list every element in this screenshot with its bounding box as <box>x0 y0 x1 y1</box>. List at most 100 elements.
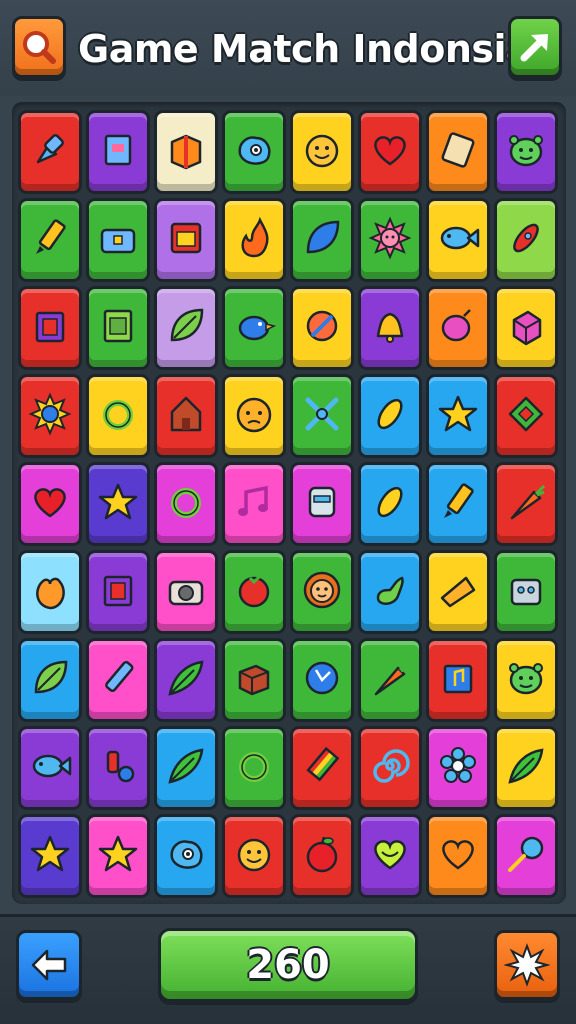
ring-icon <box>164 480 208 528</box>
game-tile[interactable] <box>494 198 558 282</box>
back-arrow-icon <box>31 949 67 981</box>
search-button[interactable] <box>12 16 66 78</box>
toy-robot-icon <box>504 568 548 616</box>
leaf-icon <box>28 656 72 704</box>
hint-button[interactable] <box>508 16 562 78</box>
spiral-icon <box>368 744 412 792</box>
crayon-icon <box>96 656 140 704</box>
game-tile[interactable] <box>154 550 218 634</box>
game-tile[interactable] <box>18 550 82 634</box>
game-tile[interactable] <box>86 550 150 634</box>
game-tile[interactable] <box>290 286 354 370</box>
game-tile[interactable] <box>358 814 422 898</box>
game-tile[interactable] <box>426 638 490 722</box>
game-tile[interactable] <box>494 550 558 634</box>
lion-face-icon <box>300 568 344 616</box>
game-tile[interactable] <box>18 110 82 194</box>
game-tile[interactable] <box>222 814 286 898</box>
game-tile[interactable] <box>222 374 286 458</box>
game-tile[interactable] <box>18 462 82 546</box>
game-tile[interactable] <box>358 462 422 546</box>
game-tile[interactable] <box>358 286 422 370</box>
game-tile[interactable] <box>18 374 82 458</box>
game-tile[interactable] <box>86 462 150 546</box>
bell-icon <box>368 304 412 352</box>
game-tile[interactable] <box>222 638 286 722</box>
game-tile[interactable] <box>358 110 422 194</box>
game-tile[interactable] <box>290 638 354 722</box>
game-tile[interactable] <box>154 462 218 546</box>
gift-box-icon <box>164 128 208 176</box>
game-tile[interactable] <box>426 374 490 458</box>
game-tile[interactable] <box>86 638 150 722</box>
game-tile[interactable] <box>18 198 82 282</box>
game-tile[interactable] <box>426 462 490 546</box>
game-tile[interactable] <box>358 638 422 722</box>
game-tile[interactable] <box>494 374 558 458</box>
game-tile[interactable] <box>86 374 150 458</box>
smiley-face-icon <box>232 832 276 880</box>
game-tile[interactable] <box>290 814 354 898</box>
fish-icon <box>436 216 480 264</box>
game-tile[interactable] <box>86 286 150 370</box>
game-tile[interactable] <box>86 110 150 194</box>
game-tile[interactable] <box>426 814 490 898</box>
game-tile[interactable] <box>86 726 150 810</box>
shuffle-button[interactable] <box>494 930 560 1000</box>
game-tile[interactable] <box>358 550 422 634</box>
game-tile[interactable] <box>494 638 558 722</box>
berry-icon <box>436 304 480 352</box>
game-tile[interactable] <box>154 286 218 370</box>
game-tile[interactable] <box>154 814 218 898</box>
game-tile[interactable] <box>290 110 354 194</box>
game-tile[interactable] <box>358 726 422 810</box>
game-tile[interactable] <box>222 726 286 810</box>
game-tile[interactable] <box>426 198 490 282</box>
game-tile[interactable] <box>358 374 422 458</box>
game-tile[interactable] <box>86 814 150 898</box>
blue-leaf-icon <box>300 216 344 264</box>
game-tile[interactable] <box>426 726 490 810</box>
game-tile[interactable] <box>154 638 218 722</box>
game-tile[interactable] <box>86 198 150 282</box>
green-leaf-icon <box>504 744 548 792</box>
corn-icon <box>368 392 412 440</box>
game-tile[interactable] <box>494 462 558 546</box>
orange-heart-icon <box>436 832 480 880</box>
lollipop-icon <box>504 832 548 880</box>
game-tile[interactable] <box>222 198 286 282</box>
no-sign-icon <box>300 304 344 352</box>
game-tile[interactable] <box>18 814 82 898</box>
game-tile[interactable] <box>222 110 286 194</box>
robot-head-icon <box>300 480 344 528</box>
game-tile[interactable] <box>290 374 354 458</box>
game-tile[interactable] <box>18 286 82 370</box>
game-tile[interactable] <box>222 550 286 634</box>
game-tile[interactable] <box>426 110 490 194</box>
game-tile[interactable] <box>290 726 354 810</box>
game-tile[interactable] <box>426 550 490 634</box>
game-tile[interactable] <box>494 286 558 370</box>
game-tile[interactable] <box>494 814 558 898</box>
game-tile[interactable] <box>290 198 354 282</box>
game-tile[interactable] <box>154 110 218 194</box>
game-tile[interactable] <box>222 286 286 370</box>
game-tile[interactable] <box>494 726 558 810</box>
game-tile[interactable] <box>426 286 490 370</box>
cube-icon <box>504 304 548 352</box>
game-tile[interactable] <box>290 462 354 546</box>
game-tile[interactable] <box>18 638 82 722</box>
back-button[interactable] <box>16 930 82 1000</box>
game-tile[interactable] <box>290 550 354 634</box>
smiley-face-icon <box>300 128 344 176</box>
game-tile[interactable] <box>222 462 286 546</box>
game-tile[interactable] <box>154 198 218 282</box>
game-tile[interactable] <box>494 110 558 194</box>
game-tile[interactable] <box>358 198 422 282</box>
game-tile[interactable] <box>154 374 218 458</box>
apple-icon <box>300 832 344 880</box>
game-tile[interactable] <box>154 726 218 810</box>
music-note-icon <box>232 480 276 528</box>
game-tile[interactable] <box>18 726 82 810</box>
blue-blob-icon <box>232 128 276 176</box>
